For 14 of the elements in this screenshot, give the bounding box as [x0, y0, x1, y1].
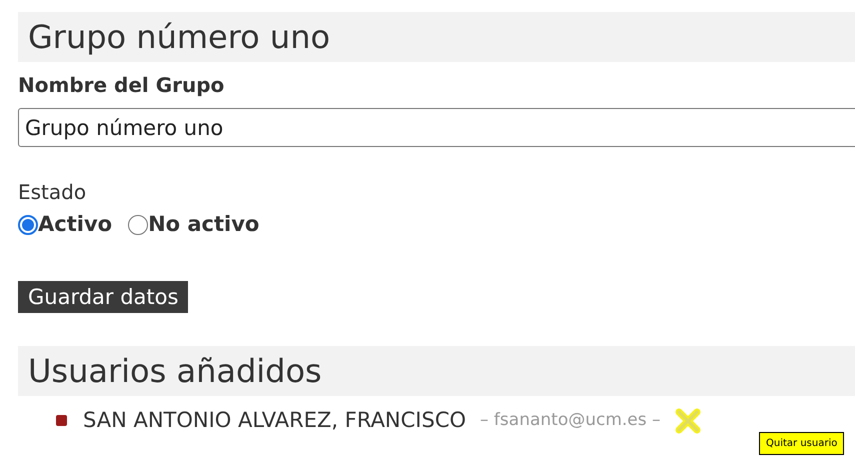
save-button[interactable]: Guardar datos: [18, 280, 188, 312]
radio-button[interactable]: [18, 214, 38, 235]
radio-label: No activo: [148, 211, 260, 238]
group-name-field[interactable]: Grupo número uno: [18, 108, 855, 147]
bullet-icon: [56, 415, 67, 426]
field-label: Estado: [18, 179, 86, 206]
field-label: Nombre del Grupo: [18, 72, 224, 99]
radio-label: Activo: [38, 211, 112, 238]
user-name: SAN ANTONIO ALVAREZ, FRANCISCO: [83, 406, 466, 434]
user-email: – fsananto@ucm.es –: [480, 408, 661, 432]
section-heading: Usuarios añadidos: [18, 346, 855, 396]
radio-button[interactable]: [128, 214, 148, 235]
section-heading: Grupo número uno: [18, 12, 855, 62]
tooltip: Quitar usuario: [759, 432, 844, 454]
